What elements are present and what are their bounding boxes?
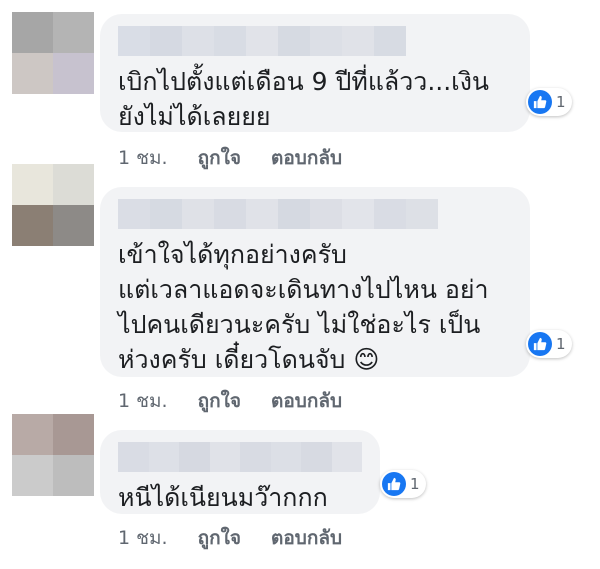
avatar-pixel (53, 53, 94, 94)
avatar-pixel (12, 205, 53, 246)
avatar-pixel (53, 12, 94, 53)
avatar-pixel (53, 414, 94, 455)
name-blur-pixel (301, 442, 332, 472)
comment-bubble: เข้าใจได้ทุกอย่างครับ แต่เวลาแอดจะเดินทา… (100, 187, 530, 377)
reaction-badge[interactable]: 1 (526, 88, 572, 116)
like-reaction-icon (528, 90, 552, 114)
name-blur-pixel (214, 199, 246, 229)
name-blur-pixel (331, 442, 362, 472)
name-blur-pixel (406, 199, 438, 229)
avatar-pixel (12, 414, 53, 455)
name-blur-pixel (246, 26, 278, 56)
comment-actions: 1 ชม. ถูกใจ ตอบกลับ (118, 386, 372, 416)
comment-timestamp[interactable]: 1 ชม. (118, 523, 168, 553)
name-blur-pixel (342, 199, 374, 229)
comment-text: เข้าใจได้ทุกอย่างครับ แต่เวลาแอดจะเดินทา… (118, 240, 489, 374)
name-blur-pixel (148, 442, 179, 472)
name-blur-pixel (240, 442, 271, 472)
name-blur-pixel (342, 26, 374, 56)
avatar-pixel (53, 164, 94, 205)
reply-link[interactable]: ตอบกลับ (271, 386, 342, 416)
author-name-blurred[interactable] (118, 199, 512, 229)
comment-actions: 1 ชม. ถูกใจ ตอบกลับ (118, 143, 372, 173)
reaction-count: 1 (556, 335, 566, 353)
name-blur-pixel (374, 199, 406, 229)
reaction-badge[interactable]: 1 (380, 470, 426, 498)
avatar-pixel (12, 164, 53, 205)
name-blur-pixel (118, 442, 149, 472)
name-blur-pixel (278, 199, 310, 229)
name-blur-pixel (310, 26, 342, 56)
avatar-pixel (12, 53, 53, 94)
name-blur-pixel (214, 26, 246, 56)
like-link[interactable]: ถูกใจ (198, 523, 241, 553)
author-name-blurred[interactable] (118, 442, 362, 472)
name-blur-pixel (179, 442, 210, 472)
reaction-count: 1 (556, 93, 566, 111)
name-blur-pixel (374, 26, 406, 56)
like-link[interactable]: ถูกใจ (198, 386, 241, 416)
like-reaction-icon (382, 472, 406, 496)
name-blur-pixel (310, 199, 342, 229)
name-blur-pixel (182, 26, 214, 56)
avatar[interactable] (12, 164, 94, 246)
comment-timestamp[interactable]: 1 ชม. (118, 386, 168, 416)
avatar-pixel (12, 455, 53, 496)
comment-timestamp[interactable]: 1 ชม. (118, 143, 168, 173)
name-blur-pixel (270, 442, 301, 472)
comment-actions: 1 ชม. ถูกใจ ตอบกลับ (118, 523, 372, 553)
name-blur-pixel (118, 199, 150, 229)
name-blur-pixel (278, 26, 310, 56)
author-name-blurred[interactable] (118, 26, 512, 56)
avatar-pixel (53, 205, 94, 246)
comment-text: เบิกไปตั้งแต่เดือน 9 ปีที่แล้วว...เงิน ย… (118, 67, 490, 131)
name-blur-pixel (209, 442, 240, 472)
comment-bubble: หนีได้เนียนมว๊ากกก (100, 430, 380, 514)
reaction-badge[interactable]: 1 (526, 330, 572, 358)
name-blur-pixel (246, 199, 278, 229)
reaction-count: 1 (410, 475, 420, 493)
comment-bubble: เบิกไปตั้งแต่เดือน 9 ปีที่แล้วว...เงิน ย… (100, 14, 530, 132)
reply-link[interactable]: ตอบกลับ (271, 523, 342, 553)
avatar[interactable] (12, 414, 94, 496)
reply-link[interactable]: ตอบกลับ (271, 143, 342, 173)
like-reaction-icon (528, 332, 552, 356)
name-blur-pixel (182, 199, 214, 229)
avatar-pixel (12, 12, 53, 53)
name-blur-pixel (118, 26, 150, 56)
like-link[interactable]: ถูกใจ (198, 143, 241, 173)
name-blur-pixel (150, 26, 182, 56)
avatar[interactable] (12, 12, 94, 94)
comment-text: หนีได้เนียนมว๊ากกก (118, 483, 328, 512)
name-blur-pixel (150, 199, 182, 229)
avatar-pixel (53, 455, 94, 496)
